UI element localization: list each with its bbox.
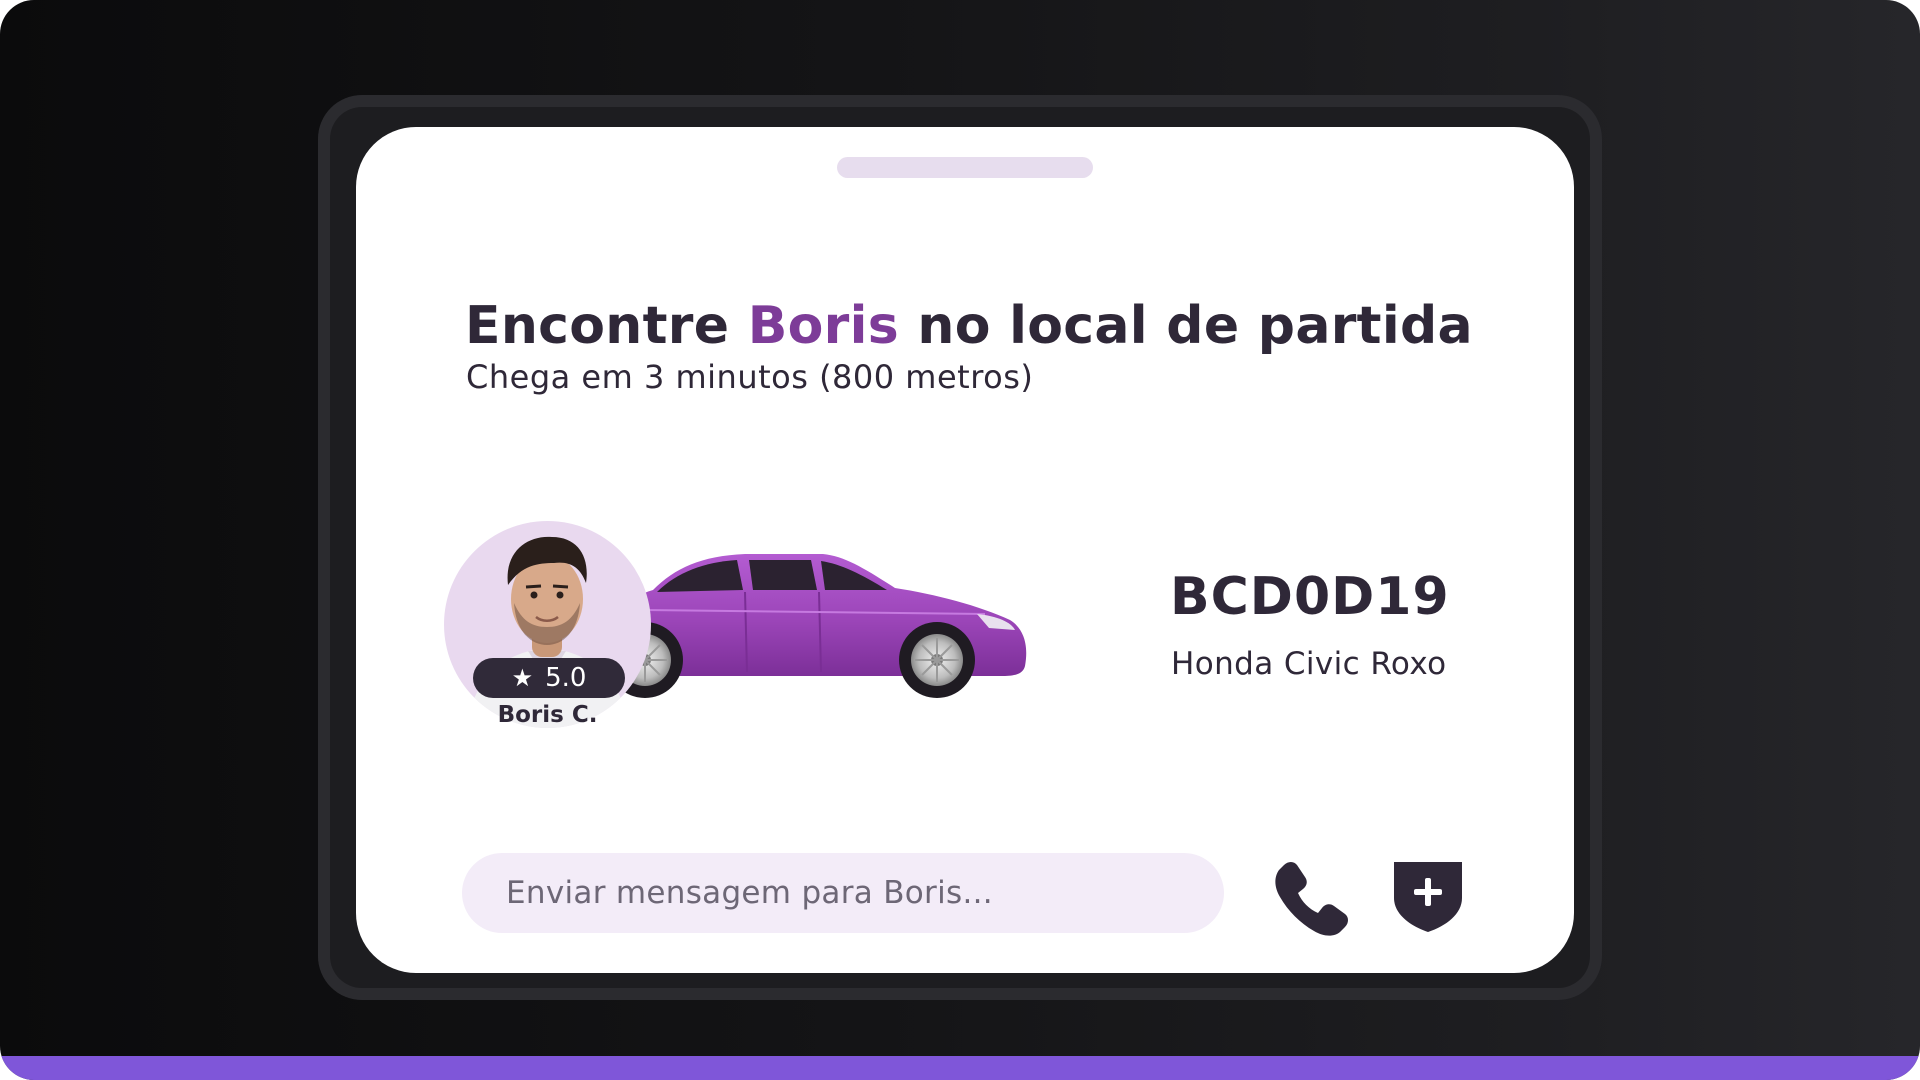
license-plate: BCD0D19 bbox=[1170, 567, 1450, 627]
arrival-eta-text: Chega em 3 minutos (800 metros) bbox=[466, 358, 1034, 396]
car-illustration bbox=[607, 554, 1027, 698]
call-button[interactable] bbox=[1268, 855, 1350, 937]
message-input[interactable] bbox=[462, 853, 1224, 933]
shield-plus-icon bbox=[1394, 862, 1462, 932]
safety-button[interactable] bbox=[1390, 858, 1466, 934]
title-driver-name: Boris bbox=[747, 296, 899, 356]
title-suffix: no local de partida bbox=[898, 296, 1473, 356]
phone-icon bbox=[1275, 862, 1348, 936]
title-prefix: Encontre bbox=[465, 296, 748, 356]
star-icon: ★ bbox=[511, 664, 534, 692]
page-title: Encontre Boris no local de partida bbox=[465, 296, 1473, 356]
driver-name: Boris C. bbox=[497, 702, 598, 728]
car-model: Honda Civic Roxo bbox=[1171, 646, 1447, 682]
app-screen: Encontre Boris no local de partida Chega… bbox=[0, 0, 1920, 1080]
driver-rating-badge: ★ 5.0 bbox=[473, 658, 625, 698]
bottom-accent-bar bbox=[0, 1056, 1920, 1080]
driver-rating-value: 5.0 bbox=[545, 663, 587, 693]
sheet-drag-handle[interactable] bbox=[837, 157, 1093, 178]
